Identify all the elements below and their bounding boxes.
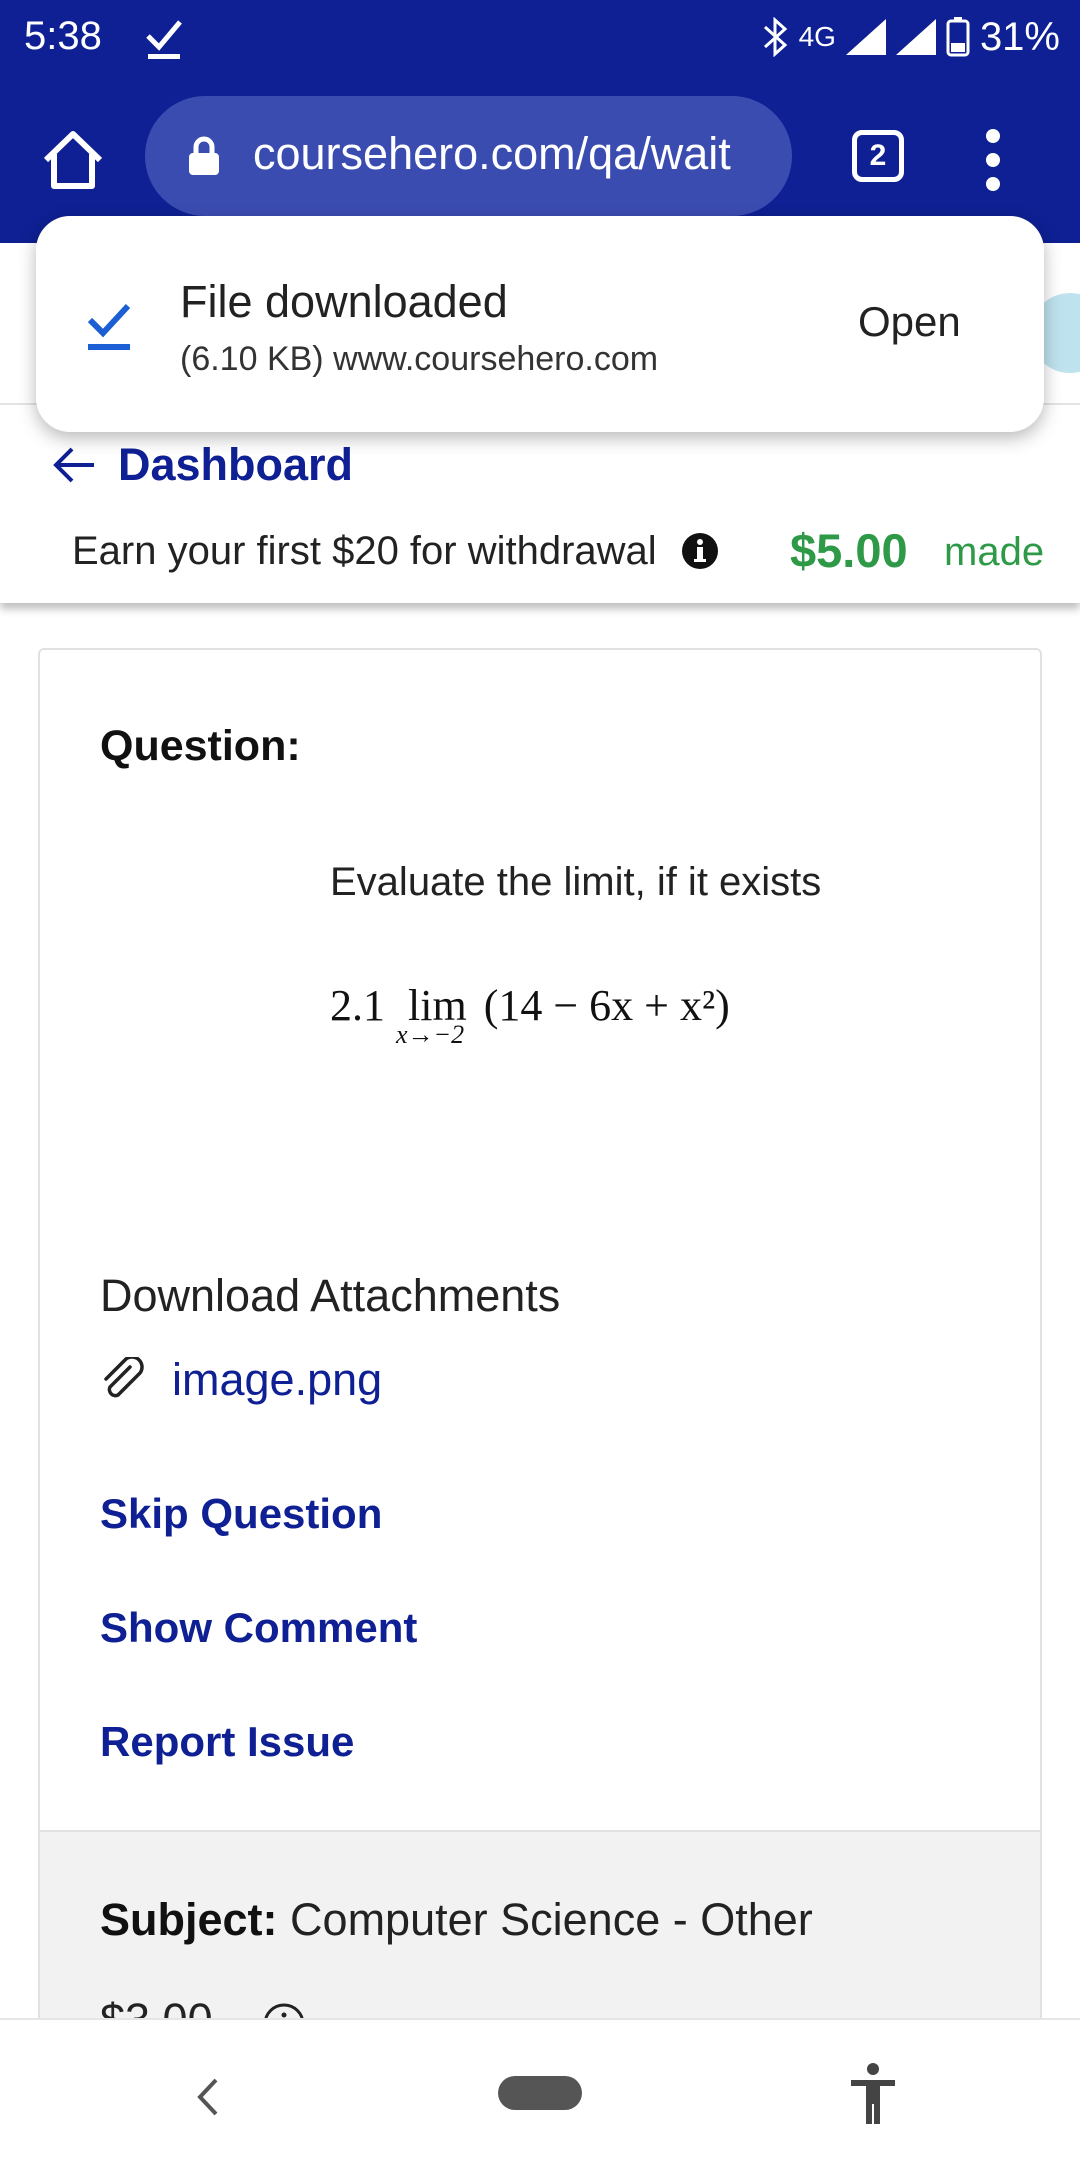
nav-home-pill[interactable] — [498, 2076, 582, 2110]
limit-subscript: x→−2 — [396, 1020, 465, 1049]
status-right: 4G 31% — [761, 12, 1060, 62]
download-done-icon — [87, 303, 131, 350]
question-card: Question: Evaluate the limit, if it exis… — [38, 648, 1042, 2048]
subject-label: Subject: — [100, 1894, 278, 1945]
accessibility-icon[interactable] — [848, 2062, 898, 2126]
limit-operator: lim x→−2 — [396, 980, 467, 1049]
arrow-left-icon — [53, 447, 94, 483]
download-done-icon — [146, 20, 182, 59]
tab-switcher-button[interactable]: 2 — [852, 130, 904, 182]
earned-suffix: made — [944, 530, 1045, 574]
lock-icon — [189, 136, 219, 175]
paperclip-icon — [104, 1357, 144, 1398]
subject-line: Subject: Computer Science - Other — [100, 1894, 813, 1946]
system-nav-bar — [0, 2018, 1080, 2160]
more-vert-icon[interactable] — [978, 128, 1008, 192]
limit-expression: (14 − 6x + x²) — [483, 981, 730, 1030]
toast-title: File downloaded — [180, 276, 508, 327]
battery-percent: 31% — [979, 14, 1060, 59]
browser-top-bar: 5:38 4G 31% coursehero.com/qa/wait 2 — [0, 0, 1080, 243]
earned-amount: $5.00 — [790, 524, 908, 577]
url-text[interactable]: coursehero.com/qa/wait — [253, 128, 783, 180]
status-time: 5:38 — [24, 14, 102, 58]
report-issue-link[interactable]: Report Issue — [100, 1718, 354, 1766]
open-button[interactable]: Open — [858, 298, 961, 346]
attachment-link[interactable]: image.png — [100, 1350, 382, 1410]
question-prompt: Evaluate the limit, if it exists — [330, 860, 822, 904]
screen: 5:38 4G 31% coursehero.com/qa/wait 2 Das… — [0, 0, 1080, 2160]
subject-value: Computer Science - Other — [290, 1894, 813, 1945]
question-image: Evaluate the limit, if it exists 2.1 lim… — [330, 860, 870, 1110]
attachments-heading: Download Attachments — [100, 1270, 561, 1321]
skip-question-link[interactable]: Skip Question — [100, 1490, 382, 1538]
signal-icon — [845, 19, 886, 55]
back-to-dashboard-link[interactable]: Dashboard — [52, 435, 353, 495]
network-type: 4G — [798, 21, 836, 52]
earn-text: Earn your first $20 for withdrawal — [72, 528, 657, 573]
status-bar: 5:38 4G 31% — [0, 0, 1080, 76]
nav-back-icon[interactable] — [192, 2074, 222, 2120]
question-meta: Subject: Computer Science - Other $3.00 — [40, 1830, 1040, 2046]
home-icon[interactable] — [38, 128, 108, 192]
earnings-row: Earn your first $20 for withdrawal $5.00… — [72, 521, 1044, 581]
download-toast: File downloaded (6.10 KB) www.coursehero… — [36, 216, 1044, 432]
url-bar[interactable]: coursehero.com/qa/wait — [145, 96, 792, 216]
info-icon[interactable] — [681, 532, 719, 570]
show-comment-link[interactable]: Show Comment — [100, 1604, 417, 1652]
battery-icon — [946, 17, 970, 57]
bluetooth-icon — [763, 17, 787, 57]
dashboard-label: Dashboard — [118, 439, 354, 490]
signal-icon-2 — [895, 19, 936, 55]
toast-subtitle: (6.10 KB) www.coursehero.com — [180, 340, 659, 378]
attachment-filename: image.png — [172, 1354, 383, 1405]
question-number: 2.1 — [330, 981, 385, 1030]
question-label: Question: — [100, 722, 301, 770]
question-expression: 2.1 lim x→−2 (14 − 6x + x²) — [330, 980, 730, 1049]
